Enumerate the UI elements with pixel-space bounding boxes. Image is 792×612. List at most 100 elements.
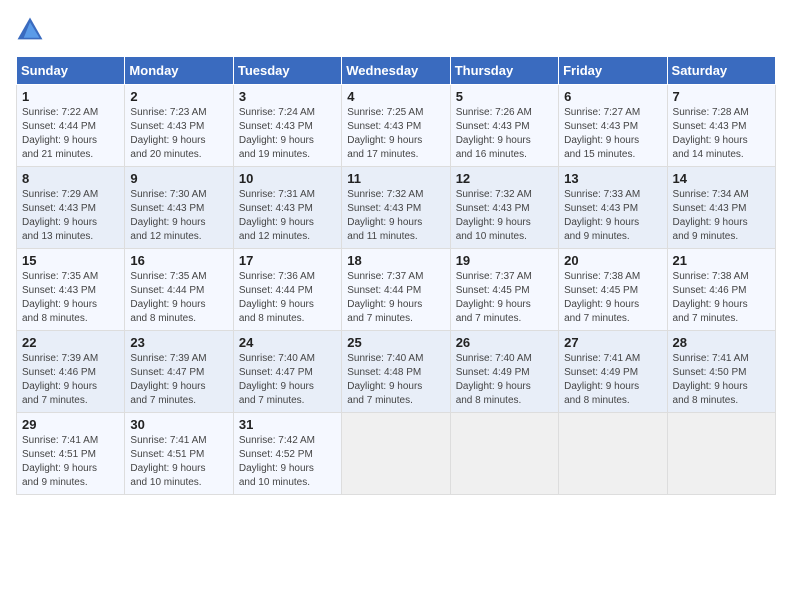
cell-info: Sunrise: 7:42 AM Sunset: 4:52 PM Dayligh… — [239, 434, 336, 490]
calendar-cell: 25 Sunrise: 7:40 AM Sunset: 4:48 PM Dayli… — [342, 331, 450, 413]
calendar-cell: 28 Sunrise: 7:41 AM Sunset: 4:50 PM Dayli… — [667, 331, 775, 413]
day-number: 16 — [130, 253, 227, 268]
calendar-cell: 19Sunrise: 7:37 AM Sunset: 4:45 PM Dayli… — [450, 249, 558, 331]
cell-info: Sunrise: 7:41 AM Sunset: 4:51 PM Dayligh… — [130, 434, 227, 490]
calendar-cell: 5Sunrise: 7:26 AM Sunset: 4:43 PM Daylig… — [450, 85, 558, 167]
calendar-cell — [342, 413, 450, 495]
day-number: 4 — [347, 89, 444, 104]
calendar-cell: 16 Sunrise: 7:35 AM Sunset: 4:44 PM Dayli… — [125, 249, 233, 331]
calendar-cell: 31 Sunrise: 7:42 AM Sunset: 4:52 PM Dayli… — [233, 413, 341, 495]
cell-info: Sunrise: 7:41 AM Sunset: 4:51 PM Dayligh… — [22, 434, 119, 490]
calendar-cell: 8 Sunrise: 7:29 AM Sunset: 4:43 PM Daylig… — [17, 167, 125, 249]
cell-info: Sunrise: 7:40 AM Sunset: 4:47 PM Dayligh… — [239, 352, 336, 408]
cell-info: Sunrise: 7:33 AM Sunset: 4:43 PM Dayligh… — [564, 188, 661, 244]
calendar-cell — [559, 413, 667, 495]
day-number: 18 — [347, 253, 444, 268]
week-row-2: 8 Sunrise: 7:29 AM Sunset: 4:43 PM Daylig… — [17, 167, 776, 249]
week-row-1: 1Sunrise: 7:22 AM Sunset: 4:44 PM Daylig… — [17, 85, 776, 167]
cell-info: Sunrise: 7:37 AM Sunset: 4:44 PM Dayligh… — [347, 270, 444, 326]
day-number: 31 — [239, 417, 336, 432]
calendar-cell: 29 Sunrise: 7:41 AM Sunset: 4:51 PM Dayli… — [17, 413, 125, 495]
cell-info: Sunrise: 7:31 AM Sunset: 4:43 PM Dayligh… — [239, 188, 336, 244]
header-cell-monday: Monday — [125, 57, 233, 85]
day-number: 28 — [673, 335, 770, 350]
calendar-cell: 6Sunrise: 7:27 AM Sunset: 4:43 PM Daylig… — [559, 85, 667, 167]
cell-info: Sunrise: 7:40 AM Sunset: 4:49 PM Dayligh… — [456, 352, 553, 408]
cell-info: Sunrise: 7:40 AM Sunset: 4:48 PM Dayligh… — [347, 352, 444, 408]
calendar-cell: 22 Sunrise: 7:39 AM Sunset: 4:46 PM Dayli… — [17, 331, 125, 413]
day-number: 10 — [239, 171, 336, 186]
calendar-table: SundayMondayTuesdayWednesdayThursdayFrid… — [16, 56, 776, 495]
cell-info: Sunrise: 7:39 AM Sunset: 4:47 PM Dayligh… — [130, 352, 227, 408]
day-number: 23 — [130, 335, 227, 350]
day-number: 20 — [564, 253, 661, 268]
calendar-cell: 26 Sunrise: 7:40 AM Sunset: 4:49 PM Dayli… — [450, 331, 558, 413]
day-number: 25 — [347, 335, 444, 350]
calendar-cell: 24 Sunrise: 7:40 AM Sunset: 4:47 PM Dayli… — [233, 331, 341, 413]
calendar-cell: 17 Sunrise: 7:36 AM Sunset: 4:44 PM Dayli… — [233, 249, 341, 331]
calendar-cell: 14 Sunrise: 7:34 AM Sunset: 4:43 PM Dayli… — [667, 167, 775, 249]
header-cell-friday: Friday — [559, 57, 667, 85]
header — [16, 16, 776, 44]
day-number: 2 — [130, 89, 227, 104]
header-cell-saturday: Saturday — [667, 57, 775, 85]
day-number: 13 — [564, 171, 661, 186]
logo — [16, 16, 48, 44]
day-number: 19 — [456, 253, 553, 268]
day-number: 30 — [130, 417, 227, 432]
calendar-cell: 21 Sunrise: 7:38 AM Sunset: 4:46 PM Dayli… — [667, 249, 775, 331]
day-number: 21 — [673, 253, 770, 268]
day-number: 7 — [673, 89, 770, 104]
day-number: 27 — [564, 335, 661, 350]
cell-info: Sunrise: 7:29 AM Sunset: 4:43 PM Dayligh… — [22, 188, 119, 244]
cell-info: Sunrise: 7:38 AM Sunset: 4:46 PM Dayligh… — [673, 270, 770, 326]
header-cell-tuesday: Tuesday — [233, 57, 341, 85]
day-number: 14 — [673, 171, 770, 186]
cell-info: Sunrise: 7:35 AM Sunset: 4:44 PM Dayligh… — [130, 270, 227, 326]
cell-info: Sunrise: 7:32 AM Sunset: 4:43 PM Dayligh… — [456, 188, 553, 244]
header-cell-wednesday: Wednesday — [342, 57, 450, 85]
day-number: 24 — [239, 335, 336, 350]
calendar-cell: 10 Sunrise: 7:31 AM Sunset: 4:43 PM Dayli… — [233, 167, 341, 249]
calendar-cell: 11Sunrise: 7:32 AM Sunset: 4:43 PM Dayli… — [342, 167, 450, 249]
calendar-cell — [450, 413, 558, 495]
cell-info: Sunrise: 7:34 AM Sunset: 4:43 PM Dayligh… — [673, 188, 770, 244]
day-number: 12 — [456, 171, 553, 186]
day-number: 8 — [22, 171, 119, 186]
header-cell-thursday: Thursday — [450, 57, 558, 85]
calendar-cell: 4 Sunrise: 7:25 AM Sunset: 4:43 PM Daylig… — [342, 85, 450, 167]
cell-info: Sunrise: 7:26 AM Sunset: 4:43 PM Dayligh… — [456, 106, 553, 162]
cell-info: Sunrise: 7:23 AM Sunset: 4:43 PM Dayligh… — [130, 106, 227, 162]
day-number: 6 — [564, 89, 661, 104]
day-number: 17 — [239, 253, 336, 268]
cell-info: Sunrise: 7:24 AM Sunset: 4:43 PM Dayligh… — [239, 106, 336, 162]
week-row-5: 29 Sunrise: 7:41 AM Sunset: 4:51 PM Dayli… — [17, 413, 776, 495]
cell-info: Sunrise: 7:25 AM Sunset: 4:43 PM Dayligh… — [347, 106, 444, 162]
header-row: SundayMondayTuesdayWednesdayThursdayFrid… — [17, 57, 776, 85]
calendar-cell — [667, 413, 775, 495]
day-number: 26 — [456, 335, 553, 350]
day-number: 15 — [22, 253, 119, 268]
calendar-cell: 20 Sunrise: 7:38 AM Sunset: 4:45 PM Dayli… — [559, 249, 667, 331]
calendar-cell: 13 Sunrise: 7:33 AM Sunset: 4:43 PM Dayli… — [559, 167, 667, 249]
cell-info: Sunrise: 7:30 AM Sunset: 4:43 PM Dayligh… — [130, 188, 227, 244]
calendar-cell: 1Sunrise: 7:22 AM Sunset: 4:44 PM Daylig… — [17, 85, 125, 167]
cell-info: Sunrise: 7:36 AM Sunset: 4:44 PM Dayligh… — [239, 270, 336, 326]
cell-info: Sunrise: 7:32 AM Sunset: 4:43 PM Dayligh… — [347, 188, 444, 244]
calendar-cell: 2 Sunrise: 7:23 AM Sunset: 4:43 PM Daylig… — [125, 85, 233, 167]
day-number: 1 — [22, 89, 119, 104]
cell-info: Sunrise: 7:41 AM Sunset: 4:49 PM Dayligh… — [564, 352, 661, 408]
week-row-4: 22 Sunrise: 7:39 AM Sunset: 4:46 PM Dayli… — [17, 331, 776, 413]
cell-info: Sunrise: 7:38 AM Sunset: 4:45 PM Dayligh… — [564, 270, 661, 326]
cell-info: Sunrise: 7:35 AM Sunset: 4:43 PM Dayligh… — [22, 270, 119, 326]
day-number: 22 — [22, 335, 119, 350]
day-number: 29 — [22, 417, 119, 432]
calendar-cell: 12 Sunrise: 7:32 AM Sunset: 4:43 PM Dayli… — [450, 167, 558, 249]
logo-icon — [16, 16, 44, 44]
calendar-cell: 23 Sunrise: 7:39 AM Sunset: 4:47 PM Dayli… — [125, 331, 233, 413]
cell-info: Sunrise: 7:39 AM Sunset: 4:46 PM Dayligh… — [22, 352, 119, 408]
calendar-cell: 7Sunrise: 7:28 AM Sunset: 4:43 PM Daylig… — [667, 85, 775, 167]
calendar-cell: 9Sunrise: 7:30 AM Sunset: 4:43 PM Daylig… — [125, 167, 233, 249]
cell-info: Sunrise: 7:41 AM Sunset: 4:50 PM Dayligh… — [673, 352, 770, 408]
calendar-cell: 3Sunrise: 7:24 AM Sunset: 4:43 PM Daylig… — [233, 85, 341, 167]
